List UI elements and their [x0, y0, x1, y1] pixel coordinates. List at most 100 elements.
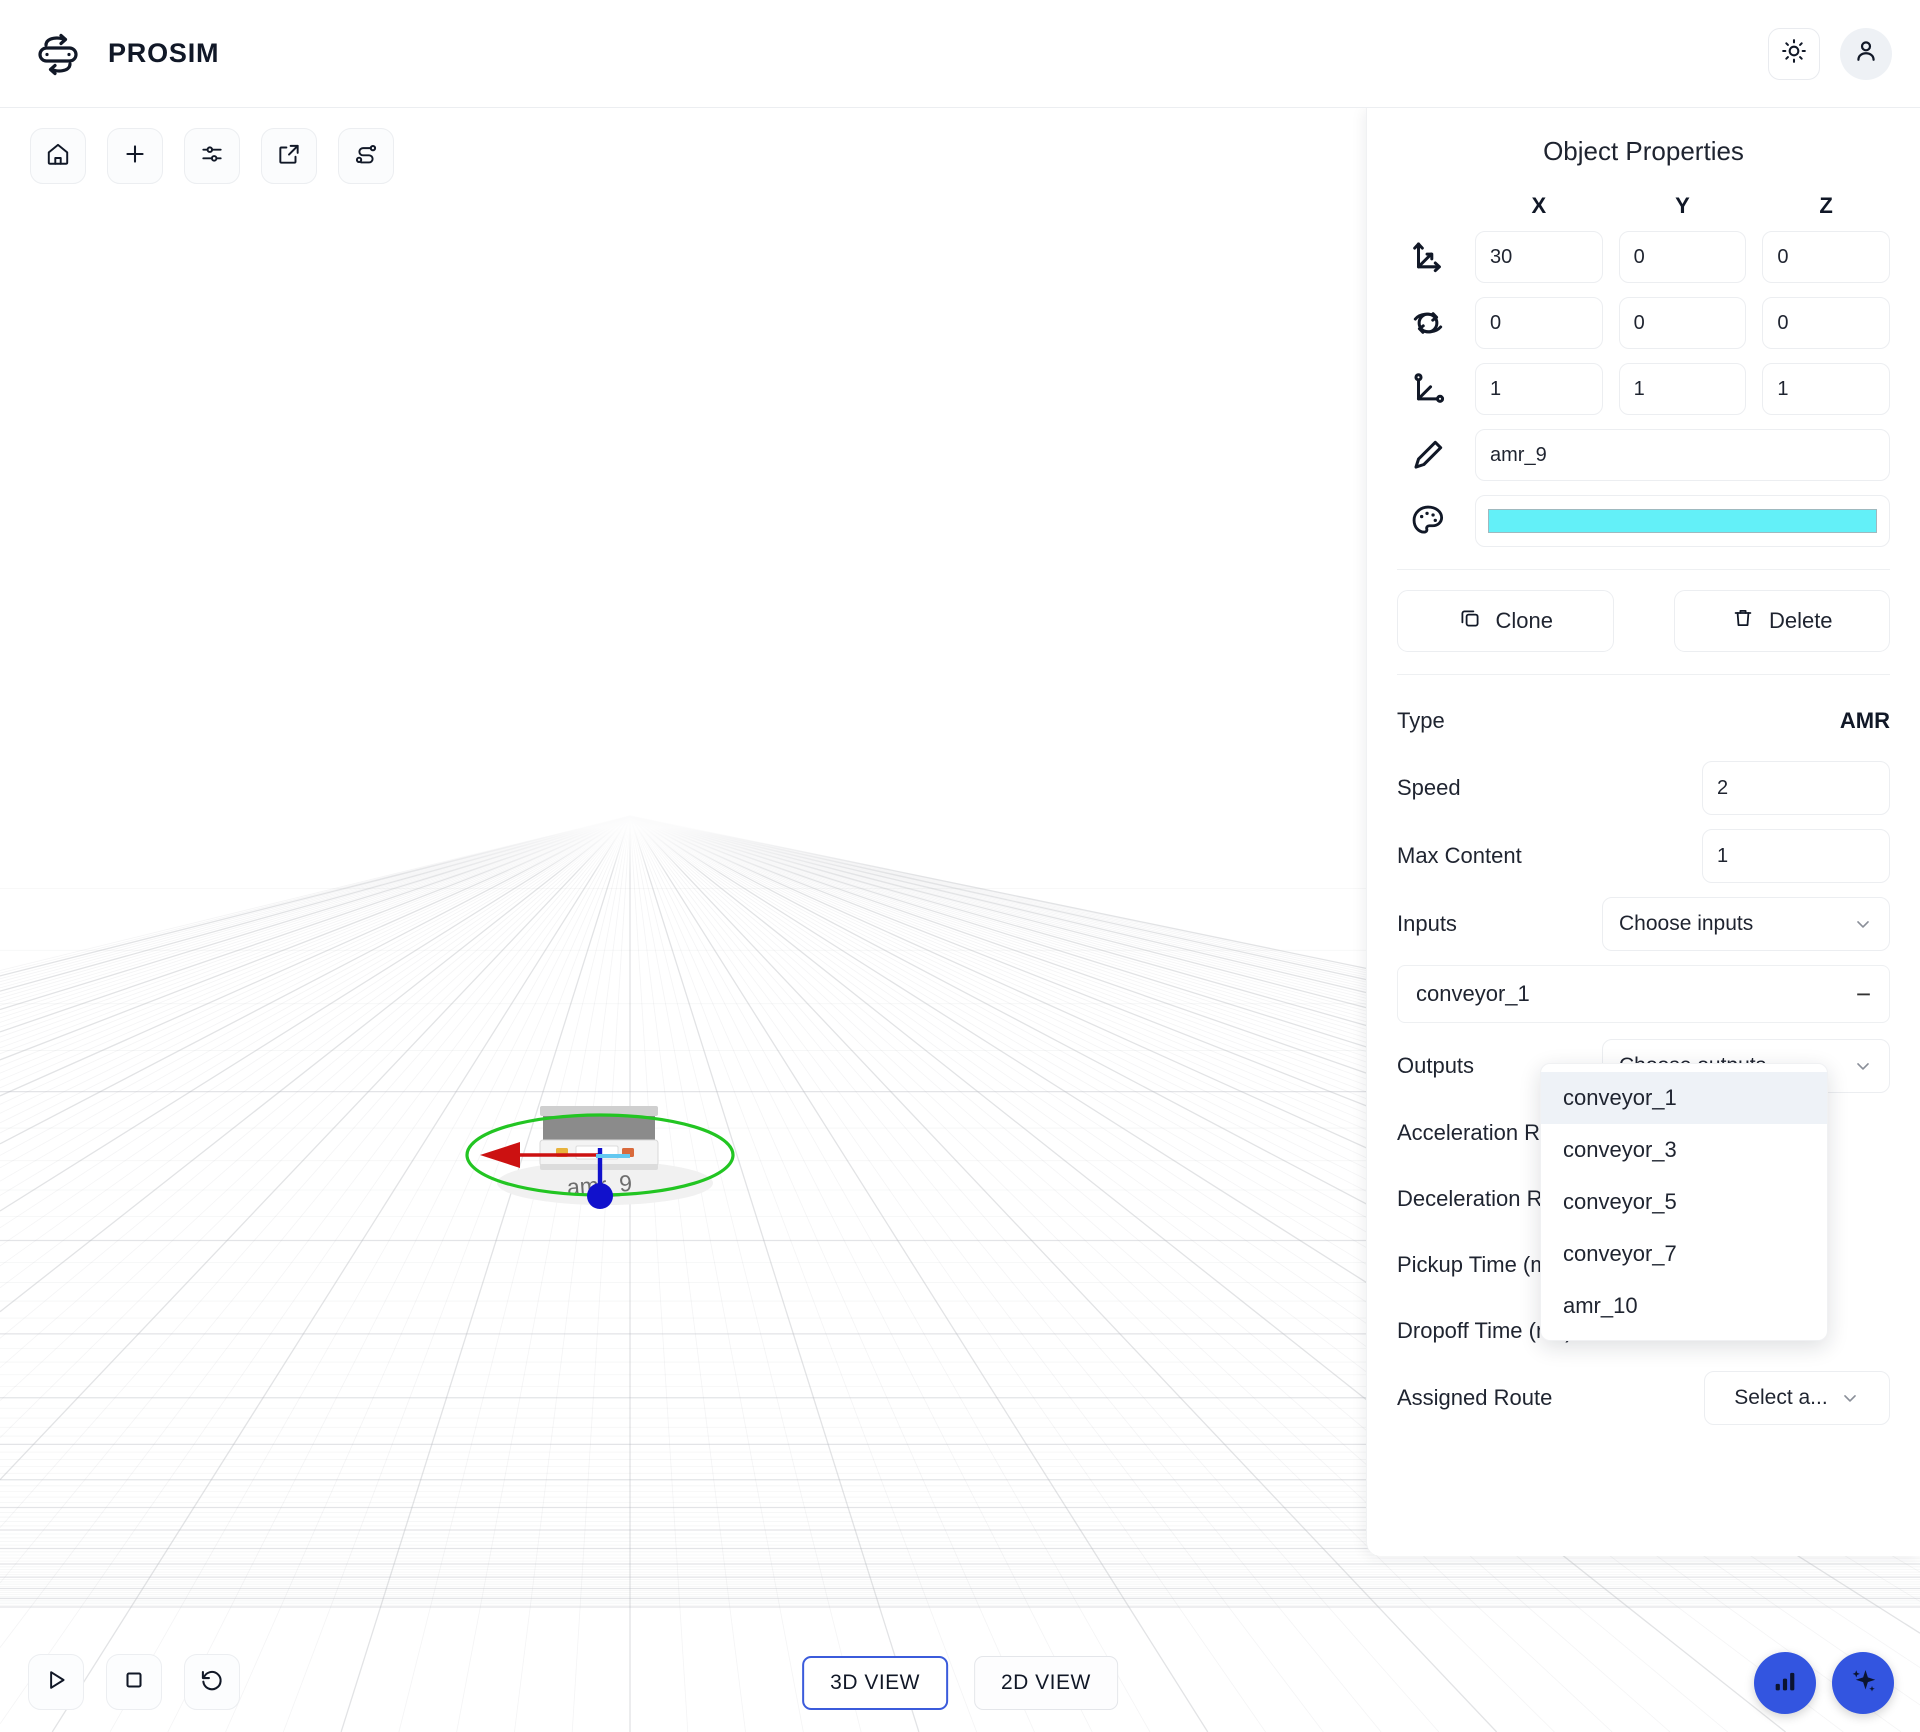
sliders-icon: [199, 141, 225, 172]
divider-actions: [1397, 674, 1890, 675]
outputs-dropdown-item[interactable]: conveyor_7: [1541, 1228, 1827, 1280]
color-swatch: [1488, 509, 1877, 533]
outputs-label: Outputs: [1397, 1053, 1474, 1079]
max-content-row: Max Content 1: [1397, 829, 1890, 883]
max-content-label: Max Content: [1397, 843, 1522, 869]
tab-3d-view[interactable]: 3D VIEW: [802, 1656, 948, 1710]
rotation-z-input[interactable]: 0: [1762, 297, 1890, 349]
tab-2d-view-label: 2D VIEW: [1001, 1671, 1091, 1695]
scale-row: 1 1 1: [1397, 363, 1890, 415]
object-actions: Clone Delete: [1397, 590, 1890, 652]
position-z-input[interactable]: 0: [1762, 231, 1890, 283]
type-value: AMR: [1840, 708, 1890, 734]
home-button[interactable]: [30, 128, 86, 184]
copy-icon: [1458, 606, 1482, 636]
inputs-row: Inputs Choose inputs: [1397, 897, 1890, 951]
object-name-input[interactable]: amr_9: [1475, 429, 1890, 481]
type-label: Type: [1397, 708, 1445, 734]
delete-button[interactable]: Delete: [1674, 590, 1891, 652]
viewport-toolbar: [30, 128, 394, 184]
assigned-route-row: Assigned Route Select a...: [1397, 1371, 1890, 1425]
add-button[interactable]: [107, 128, 163, 184]
theme-toggle-button[interactable]: [1768, 28, 1820, 80]
speed-label: Speed: [1397, 775, 1461, 801]
analytics-fab[interactable]: [1754, 1652, 1816, 1714]
chevron-down-icon: [1853, 914, 1873, 934]
route-icon: [353, 141, 379, 172]
type-row: Type AMR: [1397, 695, 1890, 747]
assigned-route-select[interactable]: Select a...: [1704, 1371, 1890, 1425]
brand-name: PROSIM: [108, 38, 219, 69]
speed-row: Speed 2: [1397, 761, 1890, 815]
reset-icon: [199, 1667, 225, 1698]
plus-icon: [122, 141, 148, 172]
input-chip-conveyor-1: conveyor_1 −: [1397, 965, 1890, 1023]
rotate-icon: [1397, 304, 1459, 342]
inputs-label: Inputs: [1397, 911, 1457, 937]
route-button[interactable]: [338, 128, 394, 184]
user-icon: [1852, 37, 1880, 70]
outputs-dropdown-menu[interactable]: conveyor_1conveyor_3conveyor_5conveyor_7…: [1540, 1063, 1828, 1341]
tab-2d-view[interactable]: 2D VIEW: [974, 1656, 1118, 1710]
pencil-icon: [1397, 436, 1459, 474]
scale-z-input[interactable]: 1: [1762, 363, 1890, 415]
scale-x-input[interactable]: 1: [1475, 363, 1603, 415]
scale-y-input[interactable]: 1: [1619, 363, 1747, 415]
playback-controls: [28, 1654, 240, 1710]
minus-icon[interactable]: −: [1856, 981, 1871, 1007]
clone-button[interactable]: Clone: [1397, 590, 1614, 652]
color-row: [1397, 495, 1890, 547]
outputs-dropdown-item[interactable]: conveyor_1: [1541, 1072, 1827, 1124]
external-link-icon: [276, 141, 302, 172]
divider-top: [1397, 569, 1890, 570]
palette-icon: [1397, 502, 1459, 540]
sun-icon: [1781, 38, 1807, 69]
inputs-select[interactable]: Choose inputs: [1602, 897, 1890, 951]
account-button[interactable]: [1840, 28, 1892, 80]
inputs-select-value: Choose inputs: [1619, 912, 1753, 936]
home-icon: [45, 141, 71, 172]
play-icon: [43, 1667, 69, 1698]
amr-object-gizmo[interactable]: amr_9: [400, 988, 780, 1248]
clone-button-label: Clone: [1496, 608, 1553, 634]
trash-icon: [1731, 606, 1755, 636]
speed-input[interactable]: 2: [1702, 761, 1890, 815]
ai-assistant-fab[interactable]: [1832, 1652, 1894, 1714]
outputs-dropdown-item[interactable]: conveyor_3: [1541, 1124, 1827, 1176]
reset-button[interactable]: [184, 1654, 240, 1710]
input-chip-label: conveyor_1: [1416, 981, 1530, 1007]
position-row: 30 0 0: [1397, 231, 1890, 283]
max-content-input[interactable]: 1: [1702, 829, 1890, 883]
export-button[interactable]: [261, 128, 317, 184]
outputs-dropdown-item[interactable]: amr_10: [1541, 1280, 1827, 1332]
color-picker[interactable]: [1475, 495, 1890, 547]
panel-title: Object Properties: [1397, 136, 1890, 167]
app-header: PROSIM: [0, 0, 1920, 108]
scale-axis-icon: [1397, 370, 1459, 408]
axis-label-x: X: [1475, 193, 1603, 219]
prosim-app: PROSIM: [0, 0, 1920, 1732]
play-button[interactable]: [28, 1654, 84, 1710]
sparkle-icon: [1848, 1666, 1878, 1701]
floating-action-buttons: [1754, 1652, 1894, 1714]
position-x-input[interactable]: 30: [1475, 231, 1603, 283]
assigned-route-label: Assigned Route: [1397, 1385, 1552, 1411]
rotation-x-input[interactable]: 0: [1475, 297, 1603, 349]
axis-label-y: Y: [1619, 193, 1747, 219]
view-mode-toggle: 3D VIEW 2D VIEW: [802, 1656, 1118, 1710]
position-y-input[interactable]: 0: [1619, 231, 1747, 283]
rotation-y-input[interactable]: 0: [1619, 297, 1747, 349]
stop-icon: [121, 1667, 147, 1698]
header-actions: [1768, 28, 1892, 80]
settings-button[interactable]: [184, 128, 240, 184]
axis-header-row: X Y Z: [1397, 193, 1890, 219]
assigned-route-value: Select a...: [1734, 1386, 1827, 1410]
move-axis-icon: [1397, 238, 1459, 276]
brand: PROSIM: [30, 26, 219, 82]
prosim-logo-icon: [30, 26, 86, 82]
rotation-row: 0 0 0: [1397, 297, 1890, 349]
chevron-down-icon: [1853, 1056, 1873, 1076]
stop-button[interactable]: [106, 1654, 162, 1710]
axis-label-z: Z: [1762, 193, 1890, 219]
outputs-dropdown-item[interactable]: conveyor_5: [1541, 1176, 1827, 1228]
